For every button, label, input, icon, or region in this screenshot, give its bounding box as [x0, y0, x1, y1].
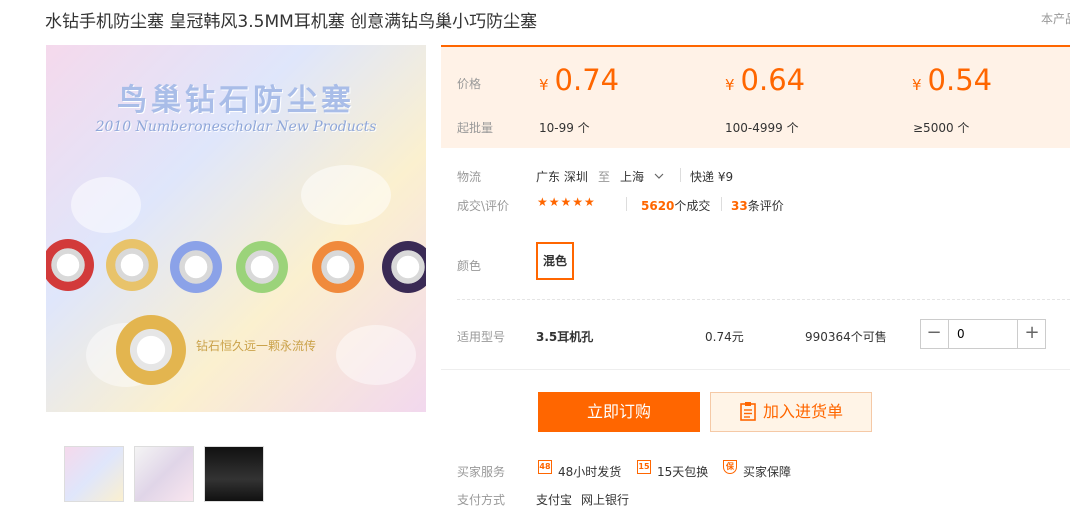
- crystal-ball-purple: [382, 241, 426, 293]
- quantity-input[interactable]: [948, 320, 1018, 348]
- payment-label: 支付方式: [457, 493, 506, 507]
- deals-divider-1: [626, 197, 627, 211]
- rating-stars: ★★★★★: [537, 195, 596, 209]
- model-unit-price: 0.74元: [705, 330, 744, 344]
- service-48h-shipping[interactable]: 48小时发货: [558, 463, 621, 480]
- section-divider: [457, 299, 1070, 300]
- top-right-note[interactable]: 本产品: [1041, 10, 1070, 27]
- actions-divider: [441, 369, 1070, 370]
- crystal-ball-multicolor: [312, 241, 364, 293]
- deals-count-link[interactable]: 5620个成交: [641, 197, 710, 214]
- clipboard-icon: [740, 402, 756, 421]
- price-tier-1: ¥0.74: [539, 63, 620, 97]
- services-label: 买家服务: [457, 465, 506, 479]
- model-label: 适用型号: [457, 330, 506, 344]
- image-slogan-text: 钻石恒久远一颗永流传: [196, 339, 317, 353]
- crystal-ball-large-gold: [116, 315, 186, 385]
- qty-tier-2: 100-4999 个: [725, 121, 799, 135]
- color-label: 颜色: [457, 259, 482, 273]
- chevron-down-icon: [654, 173, 664, 179]
- price-panel: 价格 起批量 ¥0.74 ¥0.64 ¥0.54 10-99 个 100-499…: [441, 45, 1070, 148]
- logistics-to-word: 至: [598, 170, 611, 184]
- logistics-destination: 上海: [620, 170, 645, 184]
- service-buyer-protection[interactable]: 买家保障: [743, 463, 791, 480]
- add-to-list-button[interactable]: 加入进货单: [710, 392, 872, 432]
- add-to-list-label: 加入进货单: [762, 402, 843, 421]
- service-15d-exchange[interactable]: 15天包换: [657, 463, 708, 480]
- shield-icon: 保: [723, 460, 737, 474]
- model-name: 3.5耳机孔: [536, 330, 594, 344]
- logistics-divider: [680, 168, 681, 182]
- color-option-mixed[interactable]: 混色: [536, 242, 574, 280]
- quantity-plus-button[interactable]: +: [1019, 320, 1045, 348]
- crystal-ball-gold: [106, 239, 158, 291]
- price-label: 价格: [457, 77, 482, 91]
- crystal-ball-blue: [170, 241, 222, 293]
- image-decoration: [71, 165, 416, 387]
- logistics-label: 物流: [457, 170, 482, 184]
- product-title: 水钻手机防尘塞 皇冠韩风3.5MM耳机塞 创意满钻鸟巢小巧防尘塞: [45, 12, 538, 32]
- payment-online-banking: 网上银行: [581, 493, 630, 507]
- qty-tier-1: 10-99 个: [539, 121, 590, 135]
- main-product-image[interactable]: 鸟巢钻石防尘塞 2010 Numberonescholar New Produc…: [46, 45, 426, 412]
- crystal-ball-green: [236, 241, 288, 293]
- shipping-48h-icon: 48: [538, 460, 552, 474]
- thumbnail-3[interactable]: [204, 446, 264, 502]
- price-tier-2: ¥0.64: [725, 63, 806, 97]
- quantity-stepper: − +: [920, 319, 1046, 349]
- thumbnail-2[interactable]: [134, 446, 194, 502]
- payment-alipay: 支付宝: [536, 493, 573, 507]
- reviews-link[interactable]: 33条评价: [731, 197, 784, 214]
- deals-divider-2: [721, 197, 722, 211]
- logistics-method: 快递 ¥9: [690, 170, 734, 184]
- qty-tier-3: ≥5000 个: [913, 121, 970, 135]
- thumbnail-1[interactable]: [64, 446, 124, 502]
- price-tier-3: ¥0.54: [912, 63, 993, 97]
- deals-label: 成交\评价: [457, 199, 510, 213]
- logistics-destination-select[interactable]: 上海: [620, 168, 664, 185]
- quantity-minus-button[interactable]: −: [921, 320, 947, 348]
- exchange-15d-icon: 15: [637, 460, 651, 474]
- min-qty-label: 起批量: [457, 121, 494, 135]
- buy-now-button[interactable]: 立即订购: [538, 392, 700, 432]
- logistics-from: 广东 深圳: [536, 170, 588, 184]
- model-stock: 990364个可售: [805, 330, 887, 344]
